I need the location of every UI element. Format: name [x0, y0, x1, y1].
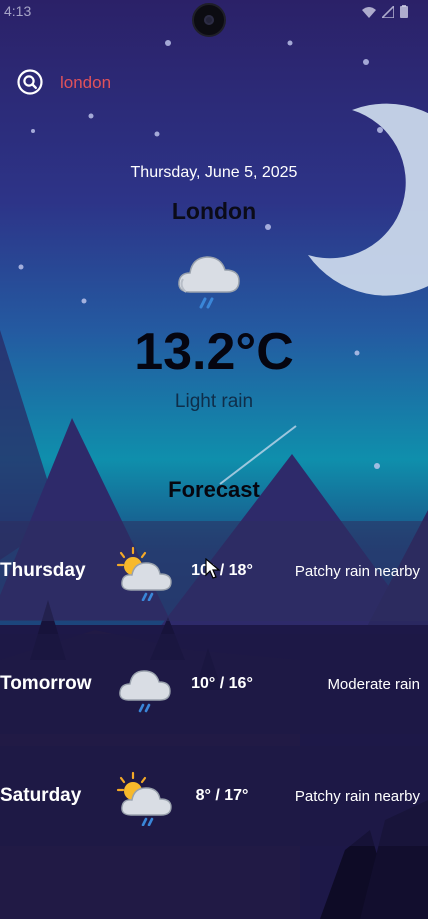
forecast-temp-range: 10° / 18° [191, 562, 253, 579]
wifi-icon [362, 6, 376, 18]
forecast-day: Saturday [0, 785, 82, 806]
forecast-title: Forecast [168, 477, 260, 502]
city-name: London [171, 198, 257, 224]
forecast-condition: Patchy rain nearby [294, 788, 420, 805]
front-camera [192, 3, 226, 37]
status-icons [362, 5, 408, 18]
sun-cloud-rain-icon [116, 771, 172, 826]
forecast-condition: Moderate rain [327, 676, 420, 693]
forecast-temp-range: 10° / 16° [191, 675, 253, 692]
current-date: Thursday, June 5, 2025 [130, 164, 298, 181]
forecast-row[interactable]: Tomorrow 10° / 16° Moderate rain [0, 634, 428, 734]
current-condition: Light rain [174, 391, 254, 412]
current-temperature: 13.2°C [134, 323, 294, 381]
forecast-day: Tomorrow [0, 673, 92, 694]
status-time: 4:13 [4, 3, 32, 19]
forecast-temp-range: 8° / 17° [195, 787, 249, 804]
cloud-rain-icon [178, 256, 240, 309]
forecast-day: Thursday [0, 560, 86, 581]
mouse-cursor [205, 558, 221, 579]
cloud-rain-icon [119, 670, 171, 713]
sun-cloud-rain-icon [116, 546, 172, 601]
forecast-row[interactable]: Saturday 8° / 17° Patchy rain nearby [0, 746, 428, 846]
signal-icon [382, 5, 394, 18]
search-icon[interactable] [17, 69, 43, 95]
search-input[interactable]: london [60, 73, 111, 93]
forecast-condition: Patchy rain nearby [294, 563, 420, 580]
battery-icon [400, 5, 408, 18]
